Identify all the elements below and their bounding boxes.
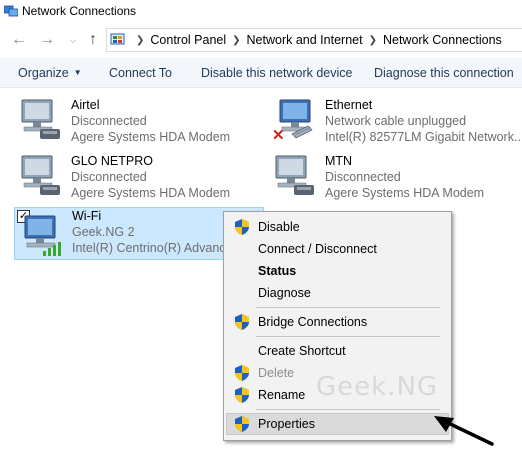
menu-item-label: Create Shortcut [258, 344, 346, 358]
network-connections-app-icon [4, 5, 18, 17]
breadcrumb-control-panel[interactable]: Control Panel [150, 33, 226, 47]
connection-mtn[interactable]: MTN Disconnected Agere Systems HDA Modem [268, 152, 522, 204]
connection-status: Network cable unplugged [325, 114, 467, 128]
arrow-left-icon: ← [11, 31, 27, 48]
diagnose-connection-button[interactable]: Diagnose this connection [374, 66, 514, 80]
connection-device: Intel(R) 82577LM Gigabit Network... [325, 130, 522, 144]
menu-item-label: Status [258, 264, 297, 278]
menu-item-label: Properties [258, 417, 315, 431]
breadcrumb-network-and-internet[interactable]: Network and Internet [247, 33, 363, 47]
arrow-right-icon: → [39, 31, 55, 48]
dialup-connection-icon [21, 99, 60, 139]
menu-item-diagnose[interactable]: Diagnose [226, 282, 449, 304]
connection-device: Intel(R) Centrino(R) Advance [72, 241, 233, 255]
menu-item-label: Connect / Disconnect [258, 242, 377, 256]
signal-strength-icon [43, 242, 61, 256]
connection-name: Airtel [71, 98, 100, 112]
menu-item-create-shortcut[interactable]: Create Shortcut [226, 340, 449, 362]
window-title: Network Connections [22, 4, 137, 18]
uac-shield-icon [235, 219, 249, 235]
connection-name: Wi-Fi [72, 209, 102, 223]
menu-separator [256, 336, 440, 337]
title-bar: Network Connections [0, 0, 522, 22]
menu-item-label: Rename [258, 388, 306, 402]
connection-device: Agere Systems HDA Modem [325, 186, 485, 200]
context-menu: Disable Connect / Disconnect Status Diag… [223, 211, 452, 441]
connection-device: Agere Systems HDA Modem [71, 130, 231, 144]
organize-label: Organize [18, 66, 69, 80]
arrow-up-icon: ↑ [89, 31, 97, 48]
uac-shield-icon [235, 416, 249, 432]
command-toolbar: Organize ▼ Connect To Disable this networ… [0, 58, 522, 88]
connection-status: Geek.NG 2 [72, 225, 135, 239]
uac-shield-icon [235, 314, 249, 330]
menu-item-label: Diagnose [258, 286, 311, 300]
menu-item-label: Delete [258, 366, 295, 380]
connection-name: Ethernet [325, 98, 373, 112]
breadcrumb-separator[interactable]: ❯ [232, 35, 240, 46]
disable-device-button[interactable]: Disable this network device [201, 66, 352, 80]
dialup-connection-icon [21, 155, 60, 195]
breadcrumb-separator[interactable]: ❯ [136, 35, 144, 46]
breadcrumb-separator[interactable]: ❯ [369, 35, 377, 46]
address-row: ← → ⌵ ↑ ❯ Control Panel ❯ Network and In… [0, 26, 522, 54]
address-bar[interactable]: ❯ Control Panel ❯ Network and Internet ❯… [106, 28, 522, 52]
connection-name: MTN [325, 154, 353, 168]
connection-ethernet[interactable]: ✕ Ethernet Network cable unplugged Intel… [268, 96, 522, 148]
up-button[interactable]: ↑ [84, 30, 102, 50]
forward-button[interactable]: → [38, 30, 56, 50]
connection-name: GLO NETPRO [71, 154, 153, 168]
connection-airtel[interactable]: Airtel Disconnected Agere Systems HDA Mo… [14, 96, 254, 148]
menu-item-connect-disconnect[interactable]: Connect / Disconnect [226, 238, 449, 260]
uac-shield-icon [235, 365, 249, 381]
unplugged-x-icon: ✕ [272, 127, 285, 144]
connection-glo-netpro[interactable]: GLO NETPRO Disconnected Agere Systems HD… [14, 152, 254, 204]
caret-down-icon: ▼ [73, 68, 82, 77]
connection-status: Disconnected [71, 170, 147, 184]
connect-to-button[interactable]: Connect To [109, 66, 172, 80]
dialup-connection-icon [275, 155, 314, 195]
watermark-text: Geek.NG [316, 372, 439, 402]
breadcrumb-network-connections[interactable]: Network Connections [383, 33, 502, 47]
menu-item-bridge-connections[interactable]: Bridge Connections [226, 311, 449, 333]
connection-status: Disconnected [71, 114, 147, 128]
control-panel-icon [110, 33, 125, 45]
organize-menu-button[interactable]: Organize ▼ [18, 66, 82, 80]
chevron-down-icon: ⌵ [69, 34, 77, 45]
menu-item-status[interactable]: Status [226, 260, 449, 282]
recent-locations-button[interactable]: ⌵ [64, 30, 82, 50]
annotation-arrow-icon [434, 416, 494, 446]
connection-status: Disconnected [325, 170, 401, 184]
menu-item-properties[interactable]: Properties [226, 413, 449, 435]
menu-item-label: Bridge Connections [258, 315, 368, 329]
back-button[interactable]: ← [10, 30, 28, 50]
menu-item-disable[interactable]: Disable [226, 216, 449, 238]
connection-device: Agere Systems HDA Modem [71, 186, 231, 200]
menu-separator [256, 307, 440, 308]
menu-item-label: Disable [258, 220, 300, 234]
menu-separator [256, 409, 440, 410]
uac-shield-icon [235, 387, 249, 403]
